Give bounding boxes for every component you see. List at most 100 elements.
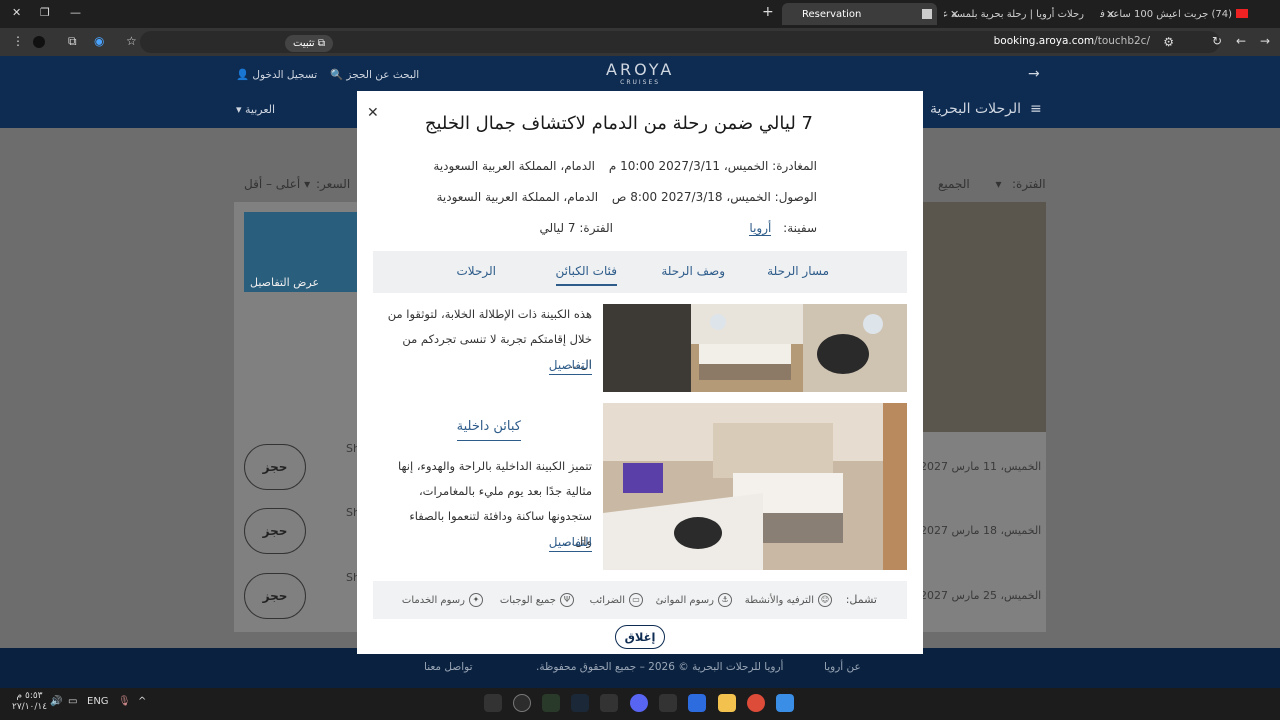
start-menu-icon[interactable] bbox=[776, 694, 794, 712]
new-tab-icon[interactable]: + bbox=[762, 4, 774, 20]
footer-contact-link[interactable]: تواصل معنا bbox=[424, 661, 473, 673]
input-language[interactable]: ENG bbox=[87, 696, 109, 707]
arrival-label: الوصول: bbox=[774, 190, 817, 204]
cutlery-icon: Ψ bbox=[560, 593, 574, 607]
book-button[interactable]: حجز bbox=[244, 508, 306, 554]
url-text[interactable]: booking.aroya.com/touchb2c/ bbox=[994, 35, 1150, 47]
clock[interactable]: ٥:٥٣ م ٢٧/١٠/١٤ bbox=[12, 691, 47, 713]
sailing-date: الخميس، 18 مارس 2027 bbox=[920, 524, 1042, 537]
hamburger-menu-icon[interactable]: ≡ bbox=[1030, 101, 1042, 117]
restore-window-icon[interactable]: ❐ bbox=[40, 6, 50, 19]
tab-favicon-icon bbox=[922, 9, 932, 19]
cruise-details-modal: ✕ 7 ليالي ضمن رحلة من الدمام لاكتشاف جما… bbox=[357, 91, 923, 654]
receipt-icon: ▭ bbox=[629, 593, 643, 607]
close-modal-button[interactable]: إغلاق bbox=[615, 625, 665, 649]
include-label: الضرائب bbox=[589, 594, 625, 606]
steam-icon[interactable] bbox=[571, 694, 589, 712]
clock-date: ٢٧/١٠/١٤ bbox=[12, 702, 48, 712]
search-booking-link[interactable]: البحث عن الحجز 🔍 bbox=[330, 68, 419, 81]
windows-taskbar: ٥:٥٣ م ٢٧/١٠/١٤ 🔊 ▭ ENG 🎙 ^ bbox=[0, 688, 1280, 720]
ship-label: سفينة: bbox=[783, 221, 817, 235]
arrival-place: الدمام، المملكة العربية السعودية bbox=[436, 190, 599, 204]
period-filter[interactable]: ▾ الجميع bbox=[938, 177, 1002, 191]
nav-cruises-label: الرحلات البحرية bbox=[930, 101, 1022, 117]
tray-chevron-icon[interactable]: ^ bbox=[138, 696, 146, 707]
file-explorer-icon[interactable] bbox=[718, 694, 736, 712]
youtube-icon bbox=[1236, 9, 1248, 18]
microphone-icon[interactable]: 🎙 bbox=[118, 696, 131, 707]
network-icon[interactable]: ▭ bbox=[68, 696, 77, 707]
search-booking-label: البحث عن الحجز bbox=[346, 69, 420, 81]
tab-title: Reservation bbox=[802, 8, 862, 20]
tab-sailings[interactable]: الرحلات bbox=[457, 264, 497, 278]
departure-label: المغادرة: bbox=[772, 159, 817, 173]
xbox-icon[interactable] bbox=[542, 694, 560, 712]
entertainment-icon: ☺ bbox=[818, 593, 832, 607]
address-bar[interactable]: تثبيت ⧉ booking.aroya.com/touchb2c/ ⚙ bbox=[140, 31, 1220, 53]
tab-cabin-categories[interactable]: فئات الكبائن bbox=[555, 264, 617, 286]
language-label: العربية bbox=[245, 103, 276, 116]
site-settings-icon[interactable]: ⚙ bbox=[1163, 35, 1174, 49]
app-icon[interactable] bbox=[600, 694, 618, 712]
install-app-button[interactable]: تثبيت ⧉ bbox=[285, 35, 333, 52]
arrival-value: الخميس، 2027/3/18 8:00 ص bbox=[611, 190, 771, 204]
tab-youtube[interactable]: ✕ (74) جربت اعيش 100 ساعة في bbox=[1100, 3, 1250, 25]
extensions-icon[interactable]: ⧉ bbox=[68, 34, 77, 49]
close-window-icon[interactable]: ✕ bbox=[12, 6, 21, 19]
book-label: حجز bbox=[262, 524, 288, 538]
book-label: حجز bbox=[262, 460, 288, 474]
bookmark-star-icon[interactable]: ☆ bbox=[126, 34, 137, 48]
arrival-row: الوصول: الخميس، 2027/3/18 8:00 ص الدمام،… bbox=[436, 190, 817, 204]
tab-itinerary[interactable]: مسار الرحلة bbox=[767, 264, 829, 278]
anchor-icon: ⚓ bbox=[718, 593, 732, 607]
epic-games-icon[interactable] bbox=[484, 694, 502, 712]
period-filter-label: الفترة: bbox=[1012, 177, 1046, 191]
media-icon[interactable]: ◉ bbox=[94, 34, 104, 48]
sailing-date: الخميس، 11 مارس 2027 bbox=[920, 460, 1042, 473]
menu-dots-icon[interactable]: ⋮ bbox=[12, 34, 24, 48]
install-label: تثبيت bbox=[293, 38, 315, 49]
tab-title: رحلات أرويا | رحلة بحرية بلمسة عر bbox=[944, 8, 1084, 20]
includes-label: تشمل: bbox=[845, 593, 877, 606]
volume-icon[interactable]: 🔊 bbox=[50, 696, 62, 707]
forward-icon[interactable]: ← bbox=[1236, 34, 1246, 48]
user-icon: 👤 bbox=[236, 69, 250, 81]
include-label: رسوم الخدمات bbox=[401, 594, 465, 606]
arrow-right-icon[interactable]: → bbox=[1028, 66, 1040, 82]
minimize-window-icon[interactable]: — bbox=[70, 6, 81, 19]
language-select[interactable]: العربية ▾ bbox=[236, 103, 275, 116]
aroya-logo[interactable]: AROYA CRUISES bbox=[606, 60, 674, 86]
modal-title: 7 ليالي ضمن رحلة من الدمام لاكتشاف جمال … bbox=[424, 113, 813, 134]
chrome-icon[interactable] bbox=[747, 694, 765, 712]
discord-icon[interactable] bbox=[630, 694, 648, 712]
logo-subtext: CRUISES bbox=[620, 79, 661, 86]
oceanview-details-link[interactable]: التفاصيل bbox=[548, 358, 592, 375]
tab-aroya[interactable]: ✕ رحلات أرويا | رحلة بحرية بلمسة عر bbox=[944, 3, 1094, 25]
search-icon: 🔍 bbox=[330, 69, 344, 81]
period-filter-value: الجميع bbox=[938, 177, 970, 191]
book-button[interactable]: حجز bbox=[244, 573, 306, 619]
price-sort[interactable]: ▾ أعلى – أقل bbox=[244, 177, 310, 191]
duration-label: الفترة: bbox=[579, 221, 613, 235]
login-link[interactable]: تسجيل الدخول 👤 bbox=[236, 68, 317, 81]
app-icon[interactable] bbox=[659, 694, 677, 712]
book-button[interactable]: حجز bbox=[244, 444, 306, 490]
tab-reservation[interactable]: ✕ Reservation bbox=[782, 3, 937, 25]
ship-link[interactable]: أرويا bbox=[749, 221, 772, 236]
app-icon[interactable] bbox=[513, 694, 531, 712]
close-icon[interactable]: ✕ bbox=[367, 105, 379, 121]
store-icon[interactable] bbox=[688, 694, 706, 712]
ship-row: سفينة: أرويا bbox=[749, 221, 817, 236]
browser-tab-bar: ✕ ❐ — + ✕ Reservation ✕ رحلات أرويا | رح… bbox=[0, 0, 1280, 28]
footer-about-link[interactable]: عن أرويا bbox=[824, 661, 861, 673]
reload-icon[interactable]: ↻ bbox=[1212, 34, 1222, 48]
view-details-link[interactable]: عرض التفاصيل bbox=[250, 276, 319, 289]
departure-place: الدمام، المملكة العربية السعودية bbox=[433, 159, 596, 173]
back-icon[interactable]: → bbox=[1260, 34, 1270, 48]
interior-details-link[interactable]: التفاصيل bbox=[548, 535, 592, 552]
sailing-date: الخميس، 25 مارس 2027 bbox=[920, 589, 1042, 602]
tab-description[interactable]: وصف الرحلة bbox=[661, 264, 725, 278]
profile-icon[interactable] bbox=[33, 36, 45, 48]
duration-row: الفترة: 7 ليالي bbox=[539, 221, 613, 235]
nav-cruises[interactable]: الرحلات البحرية bbox=[930, 101, 1021, 117]
